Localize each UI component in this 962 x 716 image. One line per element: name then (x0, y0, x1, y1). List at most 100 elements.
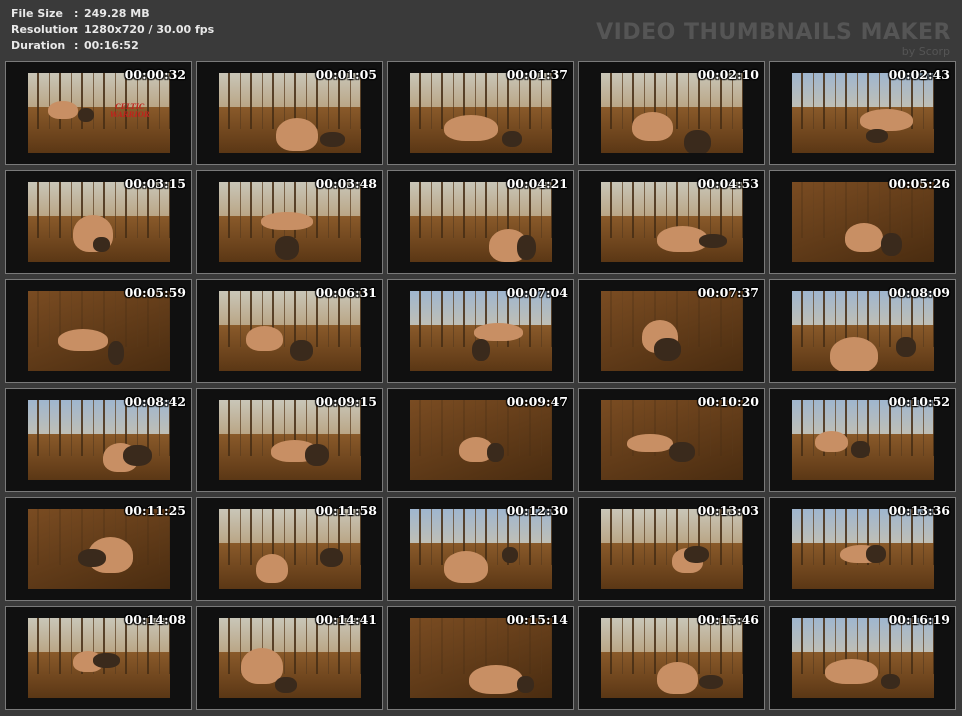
figure-shape (320, 548, 343, 567)
thumbnail-image (28, 400, 170, 480)
figure-shape (256, 554, 288, 583)
figure-shape (93, 237, 110, 252)
thumbnail-image (792, 73, 934, 153)
thumbnail-cell[interactable]: 00:12:30 (387, 497, 574, 601)
resolution-label: Resolution (11, 23, 78, 36)
figure-shape (896, 337, 916, 357)
thumbnail-cell[interactable]: 00:04:53 (578, 170, 765, 274)
figure-shape (320, 132, 345, 147)
timestamp-label: 00:05:26 (888, 176, 950, 191)
thumbnail-cell[interactable]: 00:02:43 (769, 61, 956, 165)
timestamp-label: 00:13:03 (697, 503, 759, 518)
thumbnail-image (219, 291, 361, 371)
timestamp-label: 00:01:05 (315, 67, 377, 82)
resolution-row: Resolution: 1280x720 / 30.00 fps (11, 23, 214, 39)
figure-shape (517, 676, 534, 693)
figure-shape (866, 129, 888, 143)
thumbnail-cell[interactable]: 00:11:58 (196, 497, 383, 601)
figure-shape (684, 130, 711, 153)
thumbnail-image: WWW.XVIDEOS.COM (410, 291, 552, 371)
timestamp-label: 00:11:25 (124, 503, 186, 518)
figure-shape (108, 341, 124, 365)
thumbnail-image (601, 400, 743, 480)
figure-shape (472, 339, 490, 361)
thumbnail-cell[interactable]: 00:01:37 (387, 61, 574, 165)
thumbnail-cell[interactable]: 00:15:14 (387, 606, 574, 710)
figure-shape (48, 101, 78, 119)
timestamp-label: 00:07:04 (506, 285, 568, 300)
thumbnail-cell[interactable]: CELTIC WARRIOR 00:00:32 (5, 61, 192, 165)
thumbnail-cell[interactable]: 00:13:36 (769, 497, 956, 601)
figure-shape (444, 551, 488, 583)
figure-shape (469, 665, 523, 694)
thumbnail-cell[interactable]: 00:09:15 (196, 388, 383, 492)
thumbnail-cell[interactable]: 00:07:37 (578, 279, 765, 383)
thumbnail-image (219, 618, 361, 698)
thumbnail-cell[interactable]: 00:15:46 (578, 606, 765, 710)
thumbnail-image (601, 509, 743, 589)
figure-shape (627, 434, 673, 452)
thumbnail-cell[interactable]: 00:04:21 (387, 170, 574, 274)
thumbnail-cell[interactable]: 00:02:10 (578, 61, 765, 165)
thumbnail-cell[interactable]: 00:01:05 (196, 61, 383, 165)
figure-shape (487, 443, 504, 462)
figure-shape (657, 662, 698, 694)
figure-shape (58, 329, 108, 351)
timestamp-label: 00:09:15 (315, 394, 377, 409)
figure-shape (845, 223, 883, 252)
thumbnail-cell[interactable]: 00:09:47 (387, 388, 574, 492)
timestamp-label: 00:06:31 (315, 285, 377, 300)
thumbnail-cell[interactable]: 00:16:19 (769, 606, 956, 710)
figure-shape (860, 109, 913, 131)
thumbnail-cell[interactable]: 00:03:48 (196, 170, 383, 274)
timestamp-label: 00:03:48 (315, 176, 377, 191)
separator: : (74, 39, 79, 52)
figure-shape (699, 675, 723, 689)
timestamp-label: 00:08:42 (124, 394, 186, 409)
thumbnail-cell[interactable]: 00:11:25 (5, 497, 192, 601)
thumbnail-cell[interactable]: 00:06:31 (196, 279, 383, 383)
thumbnail-image (28, 618, 170, 698)
thumbnail-image (601, 73, 743, 153)
timestamp-label: 00:05:59 (124, 285, 186, 300)
timestamp-label: 00:10:52 (888, 394, 950, 409)
thumbnail-cell[interactable]: 00:10:52 (769, 388, 956, 492)
figure-shape (276, 118, 318, 151)
figure-shape (654, 338, 681, 361)
figure-shape (684, 546, 709, 563)
figure-shape (78, 108, 94, 122)
timestamp-label: 00:02:10 (697, 67, 759, 82)
timestamp-label: 00:04:53 (697, 176, 759, 191)
figure-shape (815, 431, 848, 452)
figure-shape (851, 441, 870, 458)
thumbnail-grid: CELTIC WARRIOR 00:00:32 00:01:05 00:01:37 00:… (5, 61, 956, 710)
thumbnail-cell[interactable]: 00:03:15 (5, 170, 192, 274)
duration-value: 00:16:52 (84, 39, 139, 52)
thumbnail-cell[interactable]: 00:14:41 (196, 606, 383, 710)
timestamp-label: 00:09:47 (506, 394, 568, 409)
figure-shape (825, 659, 878, 684)
thumbnail-cell[interactable]: 00:08:09 (769, 279, 956, 383)
figure-shape (699, 234, 727, 248)
thumbnail-cell[interactable]: 00:05:26 (769, 170, 956, 274)
thumbnail-image (28, 291, 170, 371)
timestamp-label: 00:03:15 (124, 176, 186, 191)
thumbnail-image (601, 182, 743, 262)
figure-shape (881, 674, 900, 689)
thumbnail-image (410, 182, 552, 262)
brand-title: VIDEO THUMBNAILS MAKER (596, 20, 951, 45)
timestamp-label: 00:15:14 (506, 612, 568, 627)
figure-shape (830, 337, 878, 371)
thumbnail-image (601, 291, 743, 371)
timestamp-label: 00:16:19 (888, 612, 950, 627)
figure-shape (881, 233, 902, 256)
file-size-label: File Size (11, 7, 63, 20)
thumbnail-cell[interactable]: 00:13:03 (578, 497, 765, 601)
thumbnail-cell[interactable]: WWW.XVIDEOS.COM 00:07:04 (387, 279, 574, 383)
thumbnail-cell[interactable]: 00:05:59 (5, 279, 192, 383)
thumbnail-cell[interactable]: 00:08:42 (5, 388, 192, 492)
timestamp-label: 00:10:20 (697, 394, 759, 409)
timestamp-label: 00:13:36 (888, 503, 950, 518)
thumbnail-cell[interactable]: 00:10:20 (578, 388, 765, 492)
thumbnail-cell[interactable]: 00:14:08 (5, 606, 192, 710)
